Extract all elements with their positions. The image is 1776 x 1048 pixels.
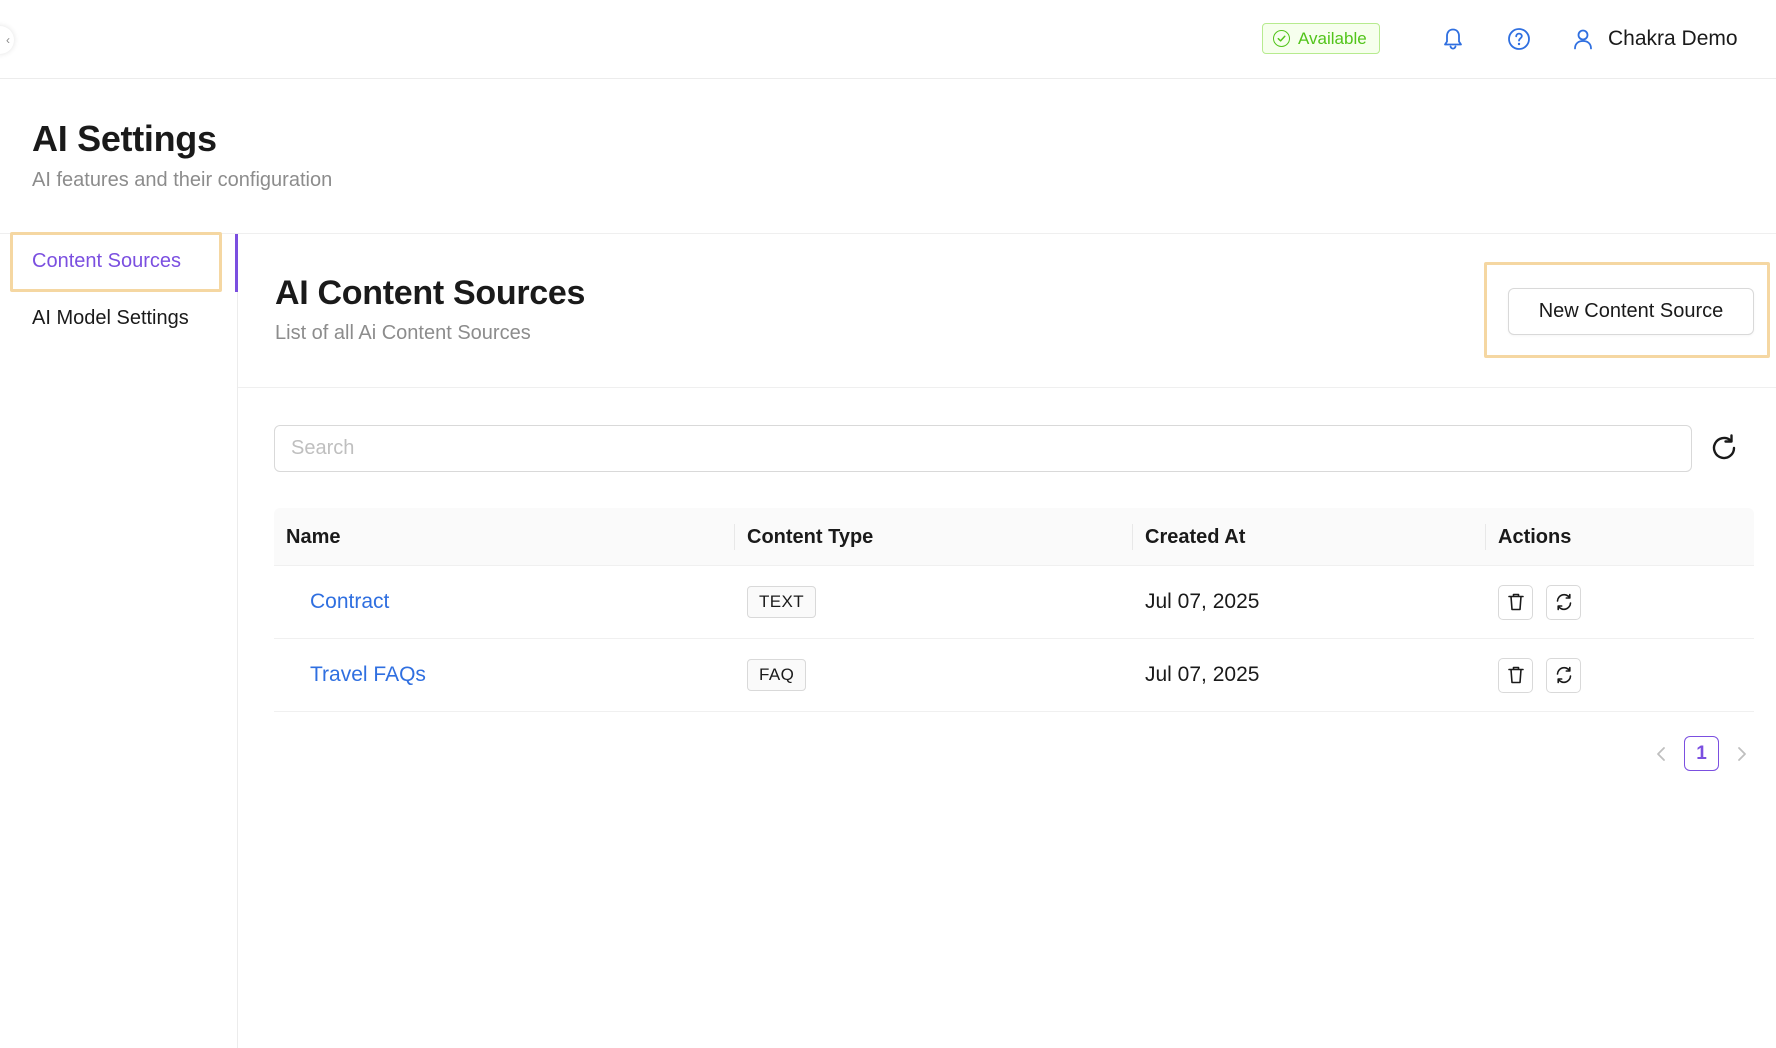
help-icon [1508,28,1530,50]
page-title: AI Settings [32,118,217,159]
content-type-tag: TEXT [747,586,817,618]
divider [238,387,1776,388]
content-title: AI Content Sources [275,274,586,312]
chevron-left-icon: ‹ [6,33,10,47]
previous-page-button[interactable] [1648,737,1674,771]
help-button[interactable] [1502,22,1536,56]
search-input[interactable] [274,425,1692,472]
user-icon [1574,29,1592,50]
created-at: Jul 07, 2025 [1145,590,1260,613]
trash-icon [1507,666,1524,684]
sync-icon [1556,593,1571,611]
sidebar-item-ai-model-settings[interactable]: AI Model Settings [32,307,189,330]
status-badge[interactable]: Available [1262,23,1380,54]
check-circle-icon [1273,30,1290,47]
next-page-button[interactable] [1729,737,1755,771]
collapse-sidebar-button[interactable]: ‹ [0,26,14,54]
content-source-link[interactable]: Contract [310,590,389,614]
page-number-current[interactable]: 1 [1684,736,1719,771]
bell-icon [1444,28,1462,50]
active-indicator [235,234,238,292]
content-source-link[interactable]: Travel FAQs [310,663,426,687]
top-header: ‹ Available Chakra Demo [0,0,1776,79]
column-separator [1132,524,1133,550]
notifications-button[interactable] [1436,22,1470,56]
chevron-left-icon [1657,746,1665,761]
delete-button[interactable] [1498,657,1533,693]
highlight-box [10,232,222,292]
divider [0,233,1776,234]
refresh-icon [1712,434,1736,460]
refresh-button[interactable] [1706,430,1742,466]
page-subtitle: AI features and their configuration [32,169,333,191]
sync-button[interactable] [1546,657,1581,693]
trash-icon [1507,593,1524,611]
delete-button[interactable] [1498,584,1533,620]
user-menu[interactable]: Chakra Demo [1572,22,1738,56]
column-separator [1485,524,1486,550]
user-name: Chakra Demo [1608,27,1738,50]
highlight-box [1484,262,1770,358]
settings-sidebar: Content Sources AI Model Settings [0,234,238,1048]
content-sources-table: Name Content Type Created At Actions Con… [274,508,1754,712]
sync-icon [1556,666,1571,684]
column-header-name: Name [286,525,341,548]
column-header-created-at: Created At [1145,525,1246,548]
column-header-actions: Actions [1498,525,1572,548]
created-at: Jul 07, 2025 [1145,663,1260,686]
chevron-right-icon [1738,746,1746,761]
column-separator [734,524,735,550]
table-row: Travel FAQs FAQ Jul 07, 2025 [274,639,1754,712]
pagination: 1 [1648,736,1755,771]
table-row: Contract TEXT Jul 07, 2025 [274,566,1754,639]
content-type-tag: FAQ [747,659,807,691]
sync-button[interactable] [1546,584,1581,620]
column-header-content-type: Content Type [747,525,874,548]
content-subtitle: List of all Ai Content Sources [275,322,531,344]
table-header: Name Content Type Created At Actions [274,508,1754,566]
status-label: Available [1298,28,1367,48]
